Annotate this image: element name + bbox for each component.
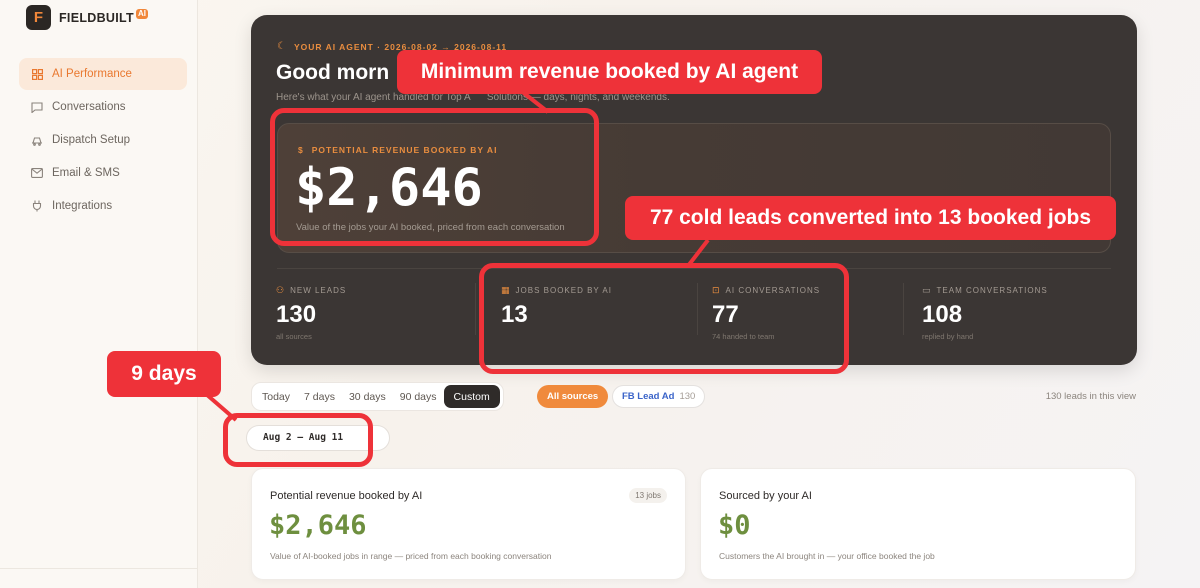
- stat-separator: [475, 283, 476, 335]
- plug-icon: [31, 200, 43, 212]
- annotation-label-leads: 77 cold leads converted into 13 booked j…: [625, 196, 1116, 240]
- sidebar-item-dispatch-setup[interactable]: Dispatch Setup: [19, 124, 187, 156]
- sidebar-nav: AI Performance Conversations Dispatch Se…: [19, 58, 187, 223]
- brand-logo: F: [26, 5, 51, 30]
- annotation-box-revenue: [270, 108, 599, 246]
- card-value: $0: [718, 510, 751, 541]
- sidebar: F FIELDBUILT AI AI Performance Conversat…: [0, 0, 198, 588]
- stat-value: 108: [922, 301, 963, 328]
- date-range-tabs: Today 7 days 30 days 90 days Custom: [251, 382, 504, 411]
- card-caption: Customers the AI brought in — your offic…: [719, 551, 935, 561]
- annotation-box-days: [223, 413, 373, 467]
- stat-label: ▭ TEAM CONVERSATIONS: [922, 285, 1048, 296]
- sidebar-divider: [0, 568, 198, 569]
- brand[interactable]: F FIELDBUILT AI: [26, 5, 148, 30]
- stat-sub: all sources: [276, 332, 312, 341]
- card-title: Sourced by your AI: [719, 490, 812, 502]
- jobs-count-badge: 13 jobs: [629, 488, 667, 503]
- annotation-label-revenue: Minimum revenue booked by AI agent: [397, 50, 822, 94]
- sidebar-item-label: AI Performance: [52, 68, 132, 80]
- card-caption: Value of AI-booked jobs in range — price…: [270, 551, 552, 561]
- moon-icon: ☾: [277, 41, 287, 52]
- annotation-label-days: 9 days: [107, 351, 221, 397]
- stat-separator: [903, 283, 904, 335]
- page-title: Good morn: [276, 61, 390, 84]
- grid-icon: [31, 68, 43, 80]
- sidebar-item-email-sms[interactable]: Email & SMS: [19, 157, 187, 189]
- sourced-by-ai-card: Sourced by your AI $0 Customers the AI b…: [700, 468, 1136, 580]
- card-title: Potential revenue booked by AI: [270, 490, 423, 502]
- brand-name: FIELDBUILT: [59, 10, 134, 25]
- truck-icon: [31, 134, 43, 146]
- fb-lead-ad-count: 130: [679, 391, 696, 402]
- card-value: $2,646: [269, 510, 367, 541]
- stat-value: 130: [276, 301, 317, 328]
- brand-ai-badge: AI: [135, 8, 148, 19]
- all-sources-chip[interactable]: All sources: [537, 385, 609, 408]
- fb-lead-ad-chip[interactable]: FB Lead Ad 130: [612, 385, 706, 408]
- chat-icon: [31, 101, 43, 113]
- stat-label-text: NEW LEADS: [290, 286, 347, 295]
- stat-sub: replied by hand: [922, 332, 974, 341]
- leads-in-view-count: 130 leads in this view: [1045, 391, 1136, 402]
- annotation-box-leads: [479, 263, 849, 374]
- range-7-days[interactable]: 7 days: [297, 385, 342, 408]
- user-plus-icon: ⚇: [276, 285, 286, 295]
- stat-label: ⚇ NEW LEADS: [276, 285, 346, 296]
- sidebar-item-label: Integrations: [52, 200, 113, 212]
- chat-icon: ▭: [922, 285, 932, 295]
- stat-team-conversations: ▭ TEAM CONVERSATIONS 108 replied by hand: [922, 285, 1048, 341]
- stat-new-leads: ⚇ NEW LEADS 130 all sources: [276, 285, 346, 341]
- range-90-days[interactable]: 90 days: [393, 385, 444, 408]
- sidebar-item-label: Email & SMS: [52, 167, 120, 179]
- stat-label-text: TEAM CONVERSATIONS: [936, 286, 1048, 295]
- range-custom[interactable]: Custom: [443, 385, 500, 408]
- potential-revenue-card: Potential revenue booked by AI 13 jobs $…: [251, 468, 686, 580]
- range-30-days[interactable]: 30 days: [342, 385, 393, 408]
- sidebar-item-label: Dispatch Setup: [52, 134, 130, 146]
- sidebar-item-ai-performance[interactable]: AI Performance: [19, 58, 187, 90]
- sidebar-item-conversations[interactable]: Conversations: [19, 91, 187, 123]
- fb-lead-ad-label: FB Lead Ad: [622, 391, 675, 402]
- range-today[interactable]: Today: [255, 385, 297, 408]
- sidebar-item-label: Conversations: [52, 101, 126, 113]
- mail-icon: [31, 167, 43, 179]
- sidebar-item-integrations[interactable]: Integrations: [19, 190, 187, 222]
